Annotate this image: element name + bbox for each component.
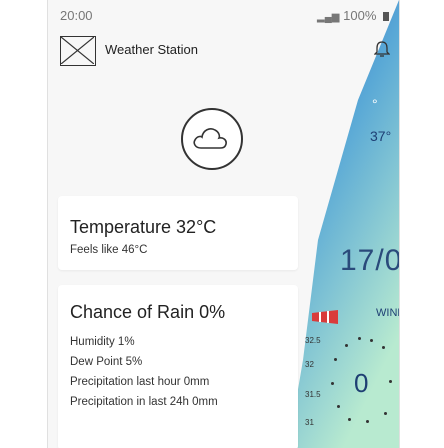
dew-point-text: Dew Point 5% — [70, 356, 143, 368]
signal-icon: ▂▄▆ — [317, 12, 340, 23]
status-bar: 20:00 ▂▄▆ 100% — [48, 0, 399, 28]
bg-degree-text: ° — [372, 96, 378, 112]
phone-screen: 20:00 ▂▄▆ 100% Weather Station ° 37° 17/… — [47, 0, 400, 448]
gauge-dot — [334, 358, 337, 361]
status-signal-battery: ▂▄▆ 100% — [317, 8, 389, 23]
bell-icon[interactable] — [373, 40, 391, 63]
image-placeholder-icon — [60, 36, 96, 66]
image-placeholder-svg — [60, 36, 95, 65]
battery-percent: 100% — [343, 8, 377, 23]
gauge-dot — [389, 380, 392, 383]
gauge-dot — [384, 412, 387, 415]
scale-tick-1: 32.5 — [305, 336, 321, 345]
gauge-dot — [382, 346, 385, 349]
app-title: Weather Station — [105, 42, 198, 57]
gauge-value: 0 — [354, 368, 369, 398]
scale-tick-3: 31.5 — [305, 390, 321, 399]
rain-card: Chance of Rain 0% Humidity 1% Dew Point … — [58, 285, 298, 448]
wind-sock-icon — [310, 309, 340, 325]
scale-tick-2: 32 — [305, 360, 314, 369]
date-display: 17/02 — [340, 244, 399, 277]
gauge-dot — [370, 339, 373, 342]
temperature-title: Temperature 32°C — [70, 217, 217, 237]
feels-like-text: Feels like 46°C — [70, 244, 148, 256]
status-time: 20:00 — [60, 8, 93, 23]
rain-title: Chance of Rain 0% — [70, 302, 226, 322]
gauge-dot — [337, 405, 340, 408]
cloud-icon — [193, 128, 227, 149]
gauge-dot — [345, 344, 348, 347]
app-header: Weather Station — [48, 28, 399, 72]
scale-tick-4: 31 — [305, 418, 314, 427]
gauge-dot — [348, 418, 351, 421]
weather-condition-icon — [181, 108, 243, 170]
gauge-dot — [331, 382, 334, 385]
wind-label: WIND — [376, 307, 399, 319]
precip-last-hour-text: Precipitation last hour 0mm — [70, 376, 210, 388]
bg-small-temp: 37° — [370, 128, 392, 144]
humidity-text: Humidity 1% — [70, 336, 135, 348]
battery-icon — [383, 12, 389, 21]
precip-last-24h-text: Precipitation in last 24h 0mm — [70, 396, 218, 408]
gauge-dot — [366, 420, 369, 423]
gauge-dot — [358, 337, 361, 340]
temperature-card: Temperature 32°C Feels like 46°C — [58, 196, 298, 270]
